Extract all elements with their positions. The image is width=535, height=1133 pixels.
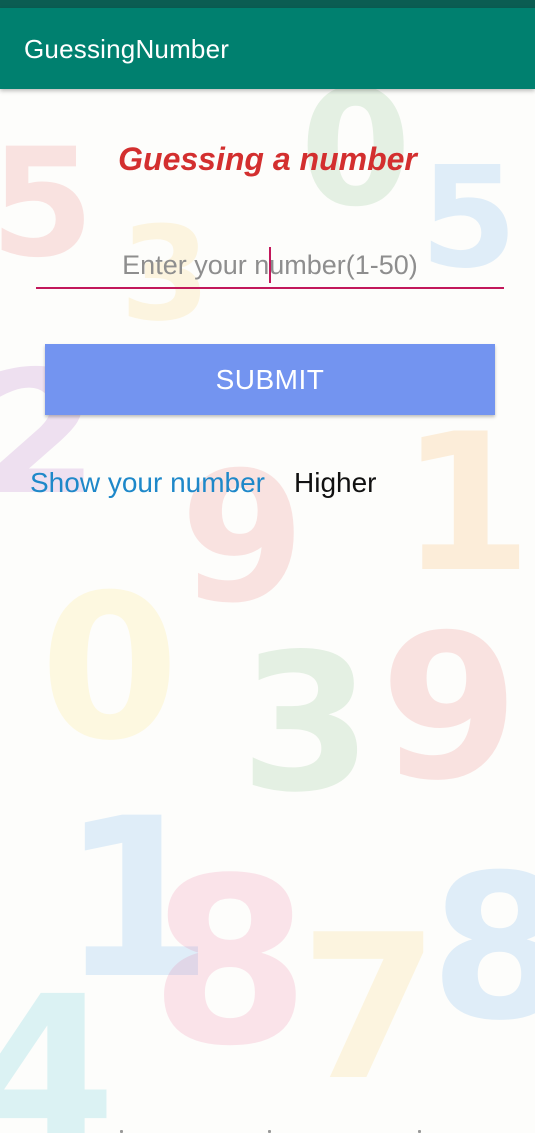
status-bar — [0, 0, 535, 8]
app-bar: GuessingNumber — [0, 8, 535, 89]
result-text: Higher — [294, 467, 377, 498]
submit-button[interactable]: SUBMIT — [45, 344, 495, 415]
main-content: 5 0 5 3 2 9 1 0 3 9 1 8 7 8 4 Guessing a… — [0, 89, 535, 1133]
number-input-field[interactable] — [36, 245, 504, 289]
text-cursor — [269, 247, 271, 283]
app-title: GuessingNumber — [24, 34, 230, 64]
page-heading: Guessing a number — [118, 141, 417, 177]
nav-bar-hint — [0, 1127, 535, 1133]
show-your-number-link[interactable]: Show your number — [30, 467, 265, 499]
